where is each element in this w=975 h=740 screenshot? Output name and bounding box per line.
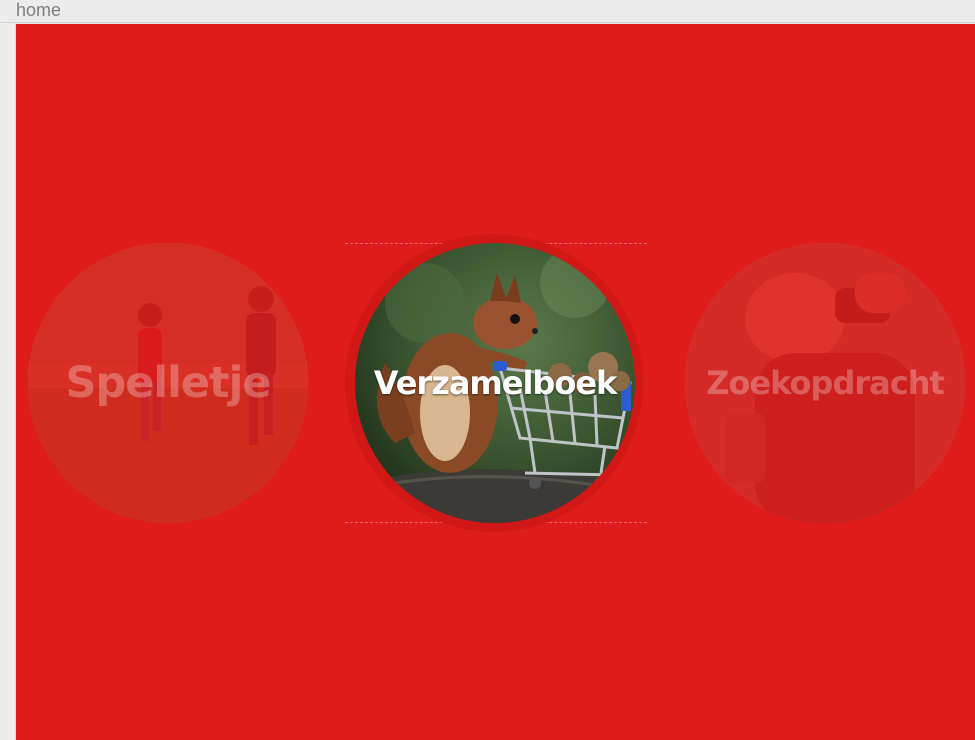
carousel-item-spelletje[interactable]: Spelletje [28, 243, 308, 523]
carousel-item-label: Verzamelboek [373, 364, 618, 402]
left-gutter [0, 23, 16, 740]
home-stage: Spelletje Verzamelboek Zoekopdracht [16, 24, 975, 740]
carousel-item-verzamelboek[interactable]: Verzamelboek [355, 243, 635, 523]
carousel-item-zoekopdracht[interactable]: Zoekopdracht [685, 243, 965, 523]
window-titlebar: home [0, 0, 975, 23]
carousel-item-label: Spelletje [65, 358, 271, 408]
window-title: home [16, 0, 62, 20]
carousel-item-label: Zoekopdracht [706, 364, 945, 402]
